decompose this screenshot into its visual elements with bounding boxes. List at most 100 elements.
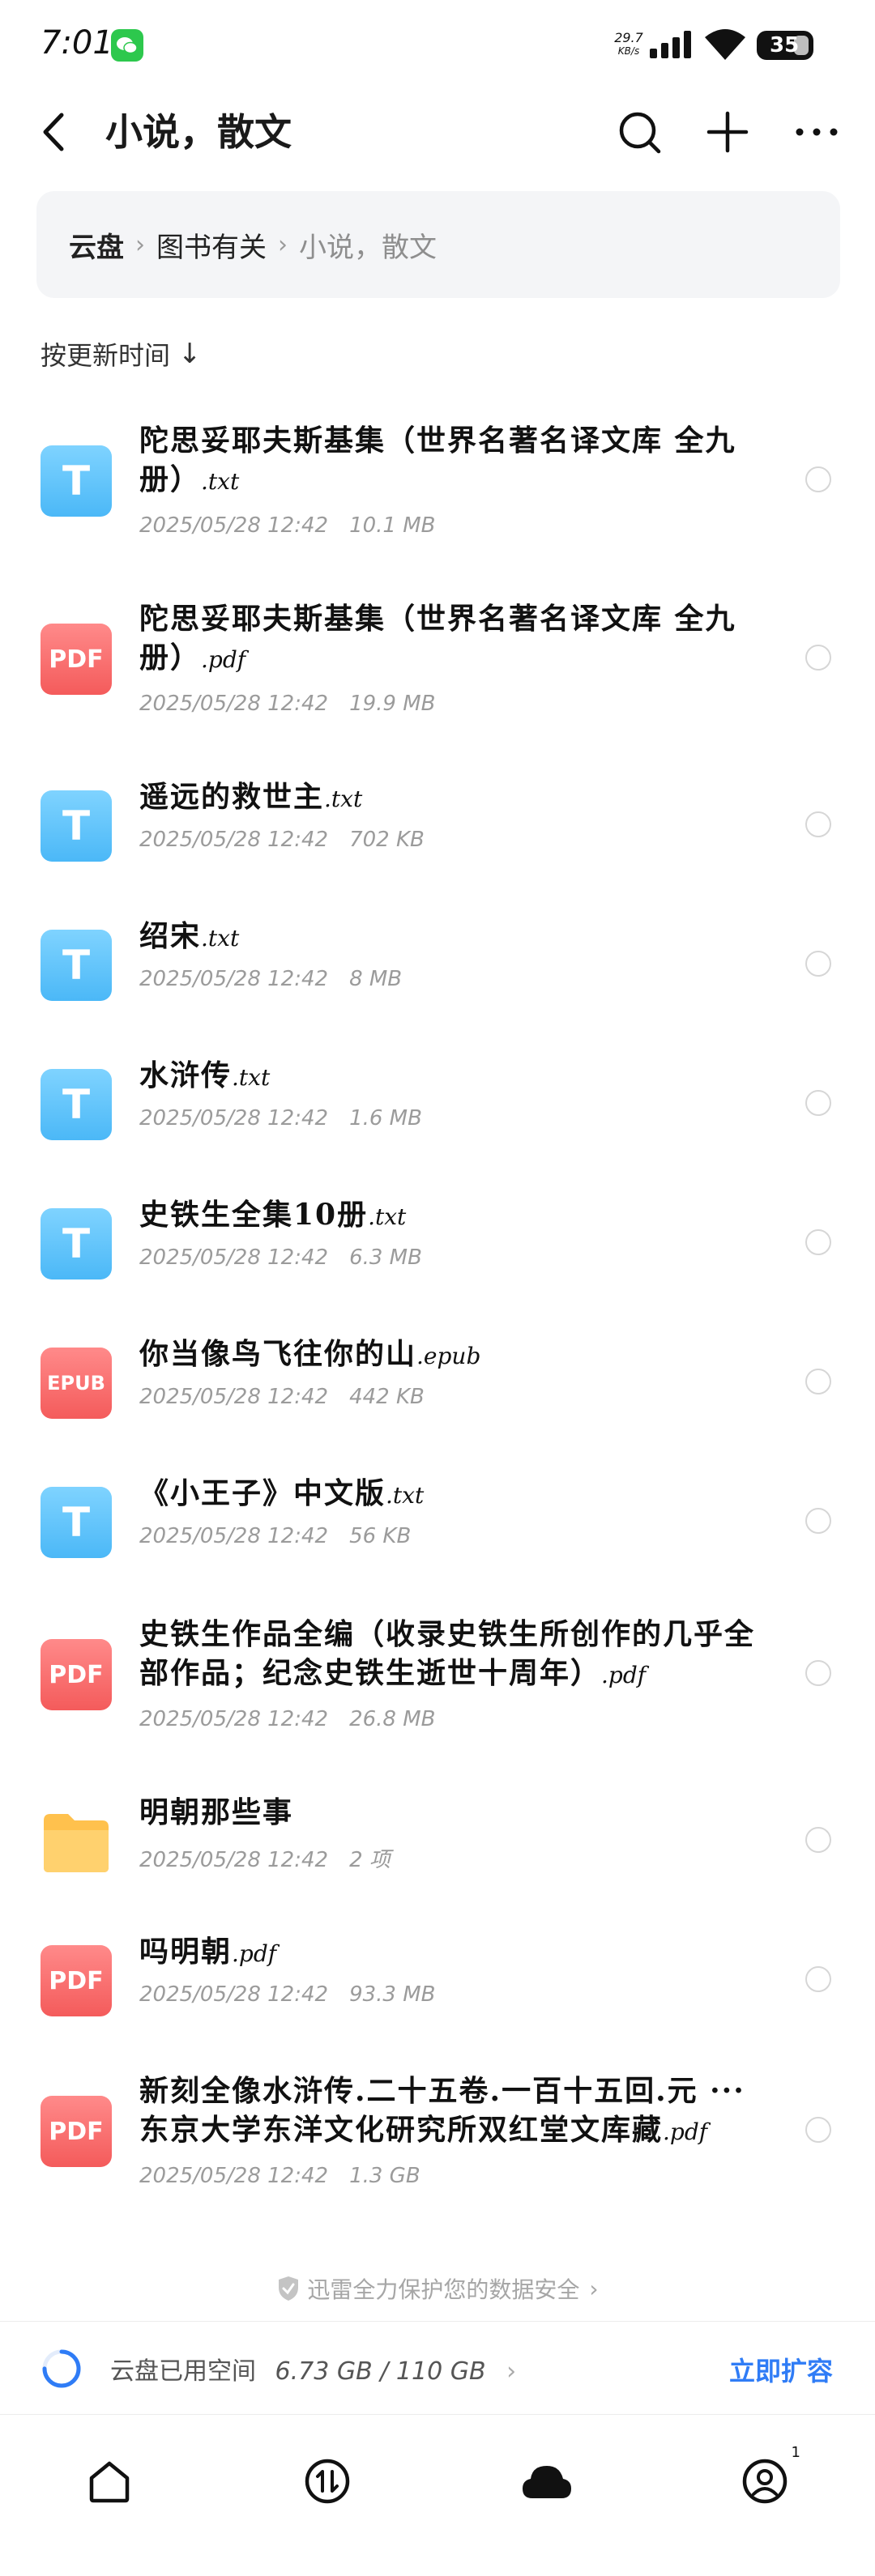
nav-home[interactable] — [77, 2449, 142, 2514]
file-extension: .epub — [416, 1343, 481, 1369]
file-name-text: 明朝那些事 — [139, 1795, 294, 1829]
storage-text: 云盘已用空间 6.73 GB / 110 GB › — [110, 2357, 517, 2386]
file-name-text: 新刻全像水浒传.二十五卷.一百十五回.元 ··· 东京大学东洋文化研究所双红堂文… — [139, 2074, 745, 2147]
file-meta: 2025/05/28 12:42 1.3 GB — [139, 2164, 420, 2188]
nav-profile[interactable]: 1 — [732, 2444, 800, 2514]
pdf-file-icon: PDF — [41, 1945, 112, 2016]
select-checkbox[interactable] — [805, 466, 831, 492]
file-size: 6.3 MB — [349, 1245, 422, 1270]
file-date: 2025/05/28 12:42 — [139, 692, 329, 716]
select-checkbox[interactable] — [805, 1090, 831, 1116]
profile-badge: 1 — [791, 2444, 800, 2461]
file-name: 史铁生全集10册.txt — [139, 1195, 771, 1237]
file-list-item[interactable]: T 绍宋.txt 2025/05/28 12:42 8 MB — [0, 917, 875, 1038]
select-checkbox[interactable] — [805, 1827, 831, 1853]
file-list-item[interactable]: PDF 新刻全像水浒传.二十五卷.一百十五回.元 ··· 东京大学东洋文化研究所双… — [0, 2071, 875, 2233]
file-meta: 2025/05/28 12:42 6.3 MB — [139, 1245, 422, 1270]
file-list-item[interactable]: PDF 陀思妥耶夫斯基集（世界名著名译文库 全九册）.pdf 2025/05/28 … — [0, 599, 875, 761]
file-name: 陀思妥耶夫斯基集（世界名著名译文库 全九册）.pdf — [139, 599, 771, 679]
file-extension: .txt — [324, 786, 363, 812]
txt-file-icon: T — [41, 1208, 112, 1279]
expand-storage-button[interactable]: 立即扩容 — [729, 2351, 833, 2388]
file-size: 56 KB — [349, 1524, 412, 1548]
file-list-item[interactable]: PDF 吗明朝.pdf 2025/05/28 12:42 93.3 MB — [0, 1932, 875, 2054]
file-extension: .pdf — [663, 2118, 708, 2145]
breadcrumb-item-cloud[interactable]: 云盘 — [69, 225, 124, 265]
select-checkbox[interactable] — [805, 1369, 831, 1394]
file-size: 10.1 MB — [349, 513, 436, 538]
file-list-item[interactable]: 明朝那些事 2025/05/28 12:42 2 项 — [0, 1793, 875, 1914]
file-list-item[interactable]: EPUB 你当像鸟飞往你的山.epub 2025/05/28 12:42 442 KB — [0, 1335, 875, 1456]
file-name: 遥远的救世主.txt — [139, 777, 771, 819]
file-name: 水浒传.txt — [139, 1056, 771, 1097]
select-checkbox[interactable] — [805, 951, 831, 977]
storage-bar[interactable]: 云盘已用空间 6.73 GB / 110 GB › 立即扩容 — [0, 2321, 875, 2415]
search-icon[interactable] — [612, 104, 668, 160]
select-checkbox[interactable] — [805, 645, 831, 671]
chevron-right-icon: › — [135, 230, 145, 259]
sort-label: 按更新时间 — [41, 340, 171, 371]
file-list-item[interactable]: T 水浒传.txt 2025/05/28 12:42 1.6 MB — [0, 1056, 875, 1177]
file-name: 你当像鸟飞往你的山.epub — [139, 1335, 771, 1376]
file-extension: .txt — [386, 1482, 425, 1509]
file-date: 2025/05/28 12:42 — [139, 1707, 329, 1731]
breadcrumb-item-current: 小说，散文 — [299, 231, 437, 264]
add-icon[interactable] — [699, 104, 756, 160]
file-size: 93.3 MB — [349, 1982, 436, 2007]
home-icon — [89, 2461, 130, 2503]
file-list-item[interactable]: T 遥远的救世主.txt 2025/05/28 12:42 702 KB — [0, 777, 875, 899]
file-meta: 2025/05/28 12:42 56 KB — [139, 1524, 411, 1548]
back-arrow-icon[interactable] — [34, 104, 75, 160]
select-checkbox[interactable] — [805, 811, 831, 837]
txt-file-icon: T — [41, 1069, 112, 1140]
file-name: 明朝那些事 — [139, 1793, 771, 1834]
sort-button[interactable]: 按更新时间 ↓ — [41, 335, 202, 373]
chevron-right-icon: › — [278, 230, 288, 259]
file-meta: 2025/05/28 12:42 442 KB — [139, 1385, 425, 1409]
select-checkbox[interactable] — [805, 1229, 831, 1255]
file-name-text: 你当像鸟飞往你的山 — [139, 1337, 417, 1371]
file-name-text: 史铁生作品全编（收录史铁生所创作的几乎全部作品；纪念史铁生逝世十周年） — [139, 1617, 756, 1690]
file-list-item[interactable]: T 史铁生全集10册.txt 2025/05/28 12:42 6.3 MB — [0, 1195, 875, 1317]
storage-usage-ring — [42, 2349, 81, 2388]
file-size: 2 项 — [349, 1848, 391, 1872]
select-checkbox[interactable] — [805, 2117, 831, 2143]
profile-icon — [742, 2459, 788, 2504]
folder-icon — [41, 1806, 112, 1877]
wifi-icon — [705, 29, 745, 60]
storage-used: 6.73 GB — [275, 2357, 373, 2386]
chevron-right-icon: › — [506, 2357, 517, 2386]
file-list-item[interactable]: T 陀思妥耶夫斯基集（世界名著名译文库 全九册）.txt 2025/05/28 12… — [0, 421, 875, 583]
file-meta: 2025/05/28 12:42 93.3 MB — [139, 1982, 436, 2007]
txt-file-icon: T — [41, 930, 112, 1001]
file-size: 1.6 MB — [349, 1106, 422, 1130]
select-checkbox[interactable] — [805, 1660, 831, 1686]
file-date: 2025/05/28 12:42 — [139, 1524, 329, 1548]
txt-file-icon: T — [41, 790, 112, 862]
file-name: 史铁生作品全编（收录史铁生所创作的几乎全部作品；纪念史铁生逝世十周年）.pdf — [139, 1615, 771, 1695]
file-size: 702 KB — [349, 828, 425, 852]
file-date: 2025/05/28 12:42 — [139, 1245, 329, 1270]
file-extension: .txt — [232, 1064, 271, 1091]
select-checkbox[interactable] — [805, 1966, 831, 1992]
file-meta: 2025/05/28 12:42 1.6 MB — [139, 1106, 422, 1130]
file-list-item[interactable]: PDF 史铁生作品全编（收录史铁生所创作的几乎全部作品；纪念史铁生逝世十周年）.p… — [0, 1615, 875, 1777]
file-meta: 2025/05/28 12:42 10.1 MB — [139, 513, 436, 538]
file-name: 《小王子》中文版.txt — [139, 1474, 771, 1515]
nav-cloud[interactable] — [514, 2449, 579, 2514]
file-date: 2025/05/28 12:42 — [139, 967, 329, 991]
battery-indicator: 35 — [757, 31, 813, 60]
file-date: 2025/05/28 12:42 — [139, 1385, 329, 1409]
epub-file-icon: EPUB — [41, 1348, 112, 1419]
file-list-item[interactable]: T 《小王子》中文版.txt 2025/05/28 12:42 56 KB — [0, 1474, 875, 1595]
bottom-nav: 1 — [0, 2415, 875, 2576]
sort-direction-icon: ↓ — [178, 338, 202, 370]
storage-label: 云盘已用空间 — [110, 2357, 256, 2386]
more-options-icon[interactable] — [788, 104, 845, 160]
file-extension: .pdf — [232, 1940, 277, 1967]
file-date: 2025/05/28 12:42 — [139, 1106, 329, 1130]
security-note[interactable]: 迅雷全力保护您的数据安全 › — [0, 2272, 875, 2305]
select-checkbox[interactable] — [805, 1508, 831, 1534]
breadcrumb-item-books[interactable]: 图书有关 — [156, 225, 267, 265]
nav-transfer[interactable] — [295, 2449, 360, 2514]
